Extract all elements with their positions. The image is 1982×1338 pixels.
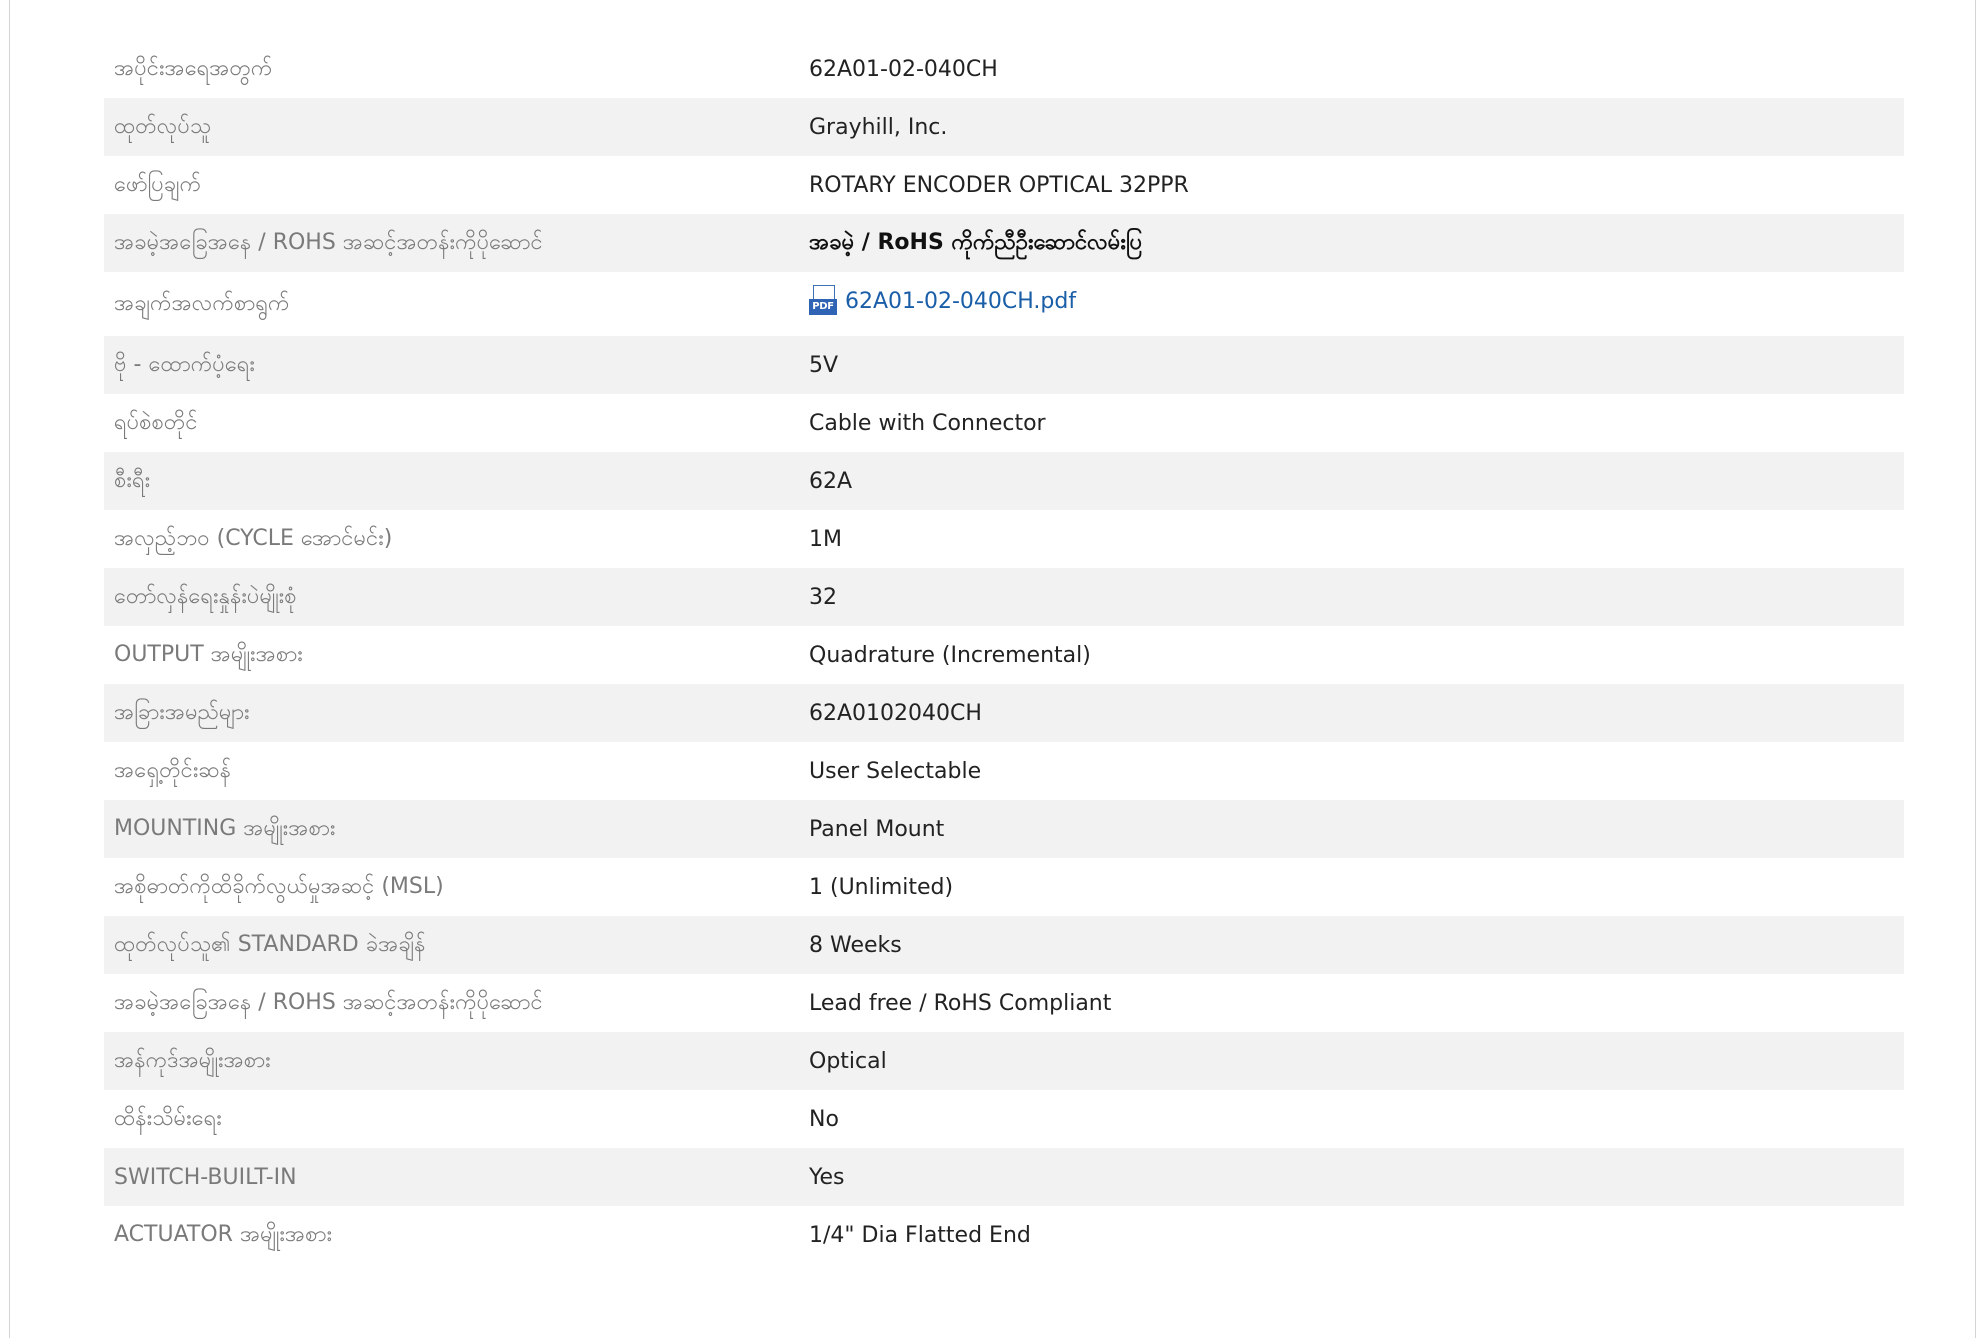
spec-panel: အပိုင်းအရေအတွက် 62A01-02-040CH ထုတ်လုပ်သ… — [9, 0, 1976, 1338]
table-row-mounting-type: MOUNTING အမျိုးအစား Panel Mount — [104, 800, 1904, 858]
spec-value: Optical — [809, 1032, 1904, 1090]
spec-label: အခမဲ့အခြေအနေ / ROHS အဆင့်အတန်းကိုပိုဆောင… — [114, 989, 543, 1015]
spec-value: 62A01-02-040CH — [809, 56, 998, 82]
spec-value: 1M — [809, 526, 842, 552]
spec-label: အန်ကုဒ်အမျိုးအစား — [104, 1032, 809, 1090]
spec-value: Lead free / RoHS Compliant — [809, 990, 1112, 1016]
spec-value: No — [809, 1106, 839, 1132]
datasheet-link-text: 62A01-02-040CH.pdf — [845, 288, 1077, 314]
spec-value: 1 (Unlimited) — [809, 874, 954, 900]
table-row-lead-time: ထုတ်လုပ်သူ၏ STANDARD ခဲအချိန် 8 Weeks — [104, 916, 1904, 974]
spec-label: ထုတ်လုပ်သူ — [104, 98, 809, 156]
spec-label: အလှည့်ဘဝ (CYCLE အောင်မင်း) — [114, 525, 393, 551]
spec-table: အပိုင်းအရေအတွက် 62A01-02-040CH ထုတ်လုပ်သ… — [104, 40, 1904, 1264]
spec-label: တော်လှန်ရေးနှုန်းပဲမျိုးစုံ — [104, 568, 809, 626]
table-row-part-number: အပိုင်းအရေအတွက် 62A01-02-040CH — [104, 40, 1904, 98]
table-row-description: ဖော်ပြချက် ROTARY ENCODER OPTICAL 32PPR — [104, 156, 1904, 214]
spec-value: Cable with Connector — [809, 410, 1046, 436]
spec-value: 62A0102040CH — [809, 684, 1904, 742]
table-row-output-type: OUTPUT အမျိုးအစား Quadrature (Incrementa… — [104, 626, 1904, 684]
table-row-orientation: အရှေ့တိုင်းဆန် User Selectable — [104, 742, 1904, 800]
table-row-series: စီးရီး 62A — [104, 452, 1904, 510]
spec-label: ဖော်ပြချက် — [114, 171, 202, 197]
spec-label: MOUNTING အမျိုးအစား — [104, 800, 809, 858]
spec-value: Quadrature (Incremental) — [809, 642, 1091, 668]
spec-label: ACTUATOR အမျိုးအစား — [114, 1221, 333, 1247]
spec-value: ROTARY ENCODER OPTICAL 32PPR — [809, 172, 1189, 198]
table-row-lead-free-status: အခမဲ့အခြေအနေ / ROHS အဆင့်အတန်းကိုပိုဆောင… — [104, 974, 1904, 1032]
spec-label: အချက်အလက်စာရွက် — [114, 290, 290, 316]
table-row-pulses-per-revolution: တော်လှန်ရေးနှုန်းပဲမျိုးစုံ 32 — [104, 568, 1904, 626]
spec-label: ဗို - ထောက်ပံ့ရေး — [104, 336, 809, 394]
spec-label: ရပ်စဲစတိုင် — [114, 409, 198, 435]
spec-value: 32 — [809, 568, 1904, 626]
spec-value: Panel Mount — [809, 800, 1904, 858]
spec-value: User Selectable — [809, 758, 982, 784]
spec-value: 62A — [809, 452, 1904, 510]
spec-label: အခမဲ့အခြေအနေ / ROHS အဆင့်အတန်းကိုပိုဆောင… — [104, 214, 809, 272]
table-row-datasheet: အချက်အလက်စာရွက် PDF 62A01-02-040CH.pdf — [104, 272, 1904, 336]
spec-value: 8 Weeks — [809, 916, 1904, 974]
table-row-manufacturer: ထုတ်လုပ်သူ Grayhill, Inc. — [104, 98, 1904, 156]
spec-value: PDF 62A01-02-040CH.pdf — [809, 272, 1904, 336]
datasheet-link[interactable]: PDF 62A01-02-040CH.pdf — [809, 285, 1076, 317]
table-row-termination: ရပ်စဲစတိုင် Cable with Connector — [104, 394, 1904, 452]
spec-value: 1/4" Dia Flatted End — [809, 1222, 1031, 1248]
spec-value: 5V — [809, 336, 1904, 394]
spec-label: ထုတ်လုပ်သူ၏ STANDARD ခဲအချိန် — [104, 916, 809, 974]
spec-value: အခမဲ့ / RoHS ကိုက်ညီဦးဆောင်လမ်းပြ — [809, 214, 1904, 272]
table-row-msl: အစိုဓာတ်ကိုထိခိုက်လွယ်မှုအဆင့် (MSL) 1 (… — [104, 858, 1904, 916]
spec-label: SWITCH-BUILT-IN — [104, 1148, 809, 1206]
spec-label: အခြားအမည်များ — [104, 684, 809, 742]
table-row-rotational-life: အလှည့်ဘဝ (CYCLE အောင်မင်း) 1M — [104, 510, 1904, 568]
pdf-icon-label: PDF — [809, 299, 837, 315]
spec-label: အရှေ့တိုင်းဆန် — [114, 757, 232, 783]
table-row-other-names: အခြားအမည်များ 62A0102040CH — [104, 684, 1904, 742]
table-row-detent: ထိန်းသိမ်းရေး No — [104, 1090, 1904, 1148]
spec-label: အစိုဓာတ်ကိုထိခိုက်လွယ်မှုအဆင့် (MSL) — [114, 873, 444, 899]
pdf-icon: PDF — [809, 285, 837, 317]
spec-value: Grayhill, Inc. — [809, 98, 1904, 156]
spec-label: စီးရီး — [104, 452, 809, 510]
table-row-rohs-status: အခမဲ့အခြေအနေ / ROHS အဆင့်အတန်းကိုပိုဆောင… — [104, 214, 1904, 272]
spec-label: OUTPUT အမျိုးအစား — [114, 641, 303, 667]
spec-value: Yes — [809, 1148, 1904, 1206]
table-row-encoder-type: အန်ကုဒ်အမျိုးအစား Optical — [104, 1032, 1904, 1090]
table-row-actuator-type: ACTUATOR အမျိုးအစား 1/4" Dia Flatted End — [104, 1206, 1904, 1264]
spec-label: အပိုင်းအရေအတွက် — [114, 55, 273, 81]
spec-label: ထိန်းသိမ်းရေး — [114, 1105, 222, 1131]
table-row-voltage: ဗို - ထောက်ပံ့ရေး 5V — [104, 336, 1904, 394]
table-row-switch-built-in: SWITCH-BUILT-IN Yes — [104, 1148, 1904, 1206]
